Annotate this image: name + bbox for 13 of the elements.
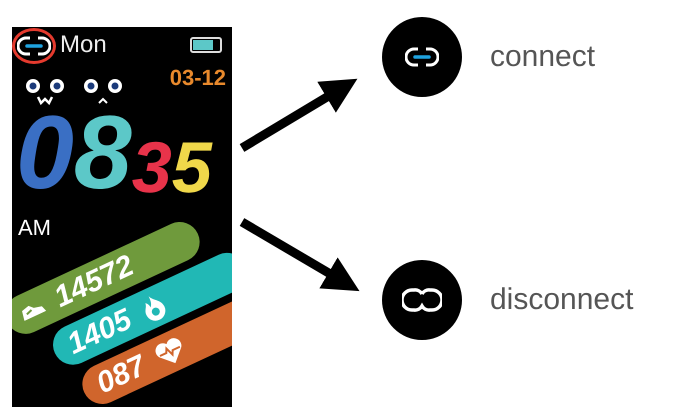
stat-value: 087 <box>92 348 152 401</box>
legend-label: connect <box>490 40 596 74</box>
link-icon <box>405 46 439 68</box>
am-pm-label: AM <box>18 214 52 241</box>
time-digit: 3 <box>132 136 172 201</box>
weekday-label: Mon <box>60 31 108 59</box>
legend-label: disconnect <box>490 283 634 317</box>
battery-icon <box>190 37 222 53</box>
time-digit: 5 <box>172 136 212 201</box>
time-digit: 8 <box>74 107 132 201</box>
time-digit: 0 <box>16 107 74 201</box>
broken-link-icon <box>402 287 442 313</box>
date-label: 03-12 <box>170 65 226 91</box>
